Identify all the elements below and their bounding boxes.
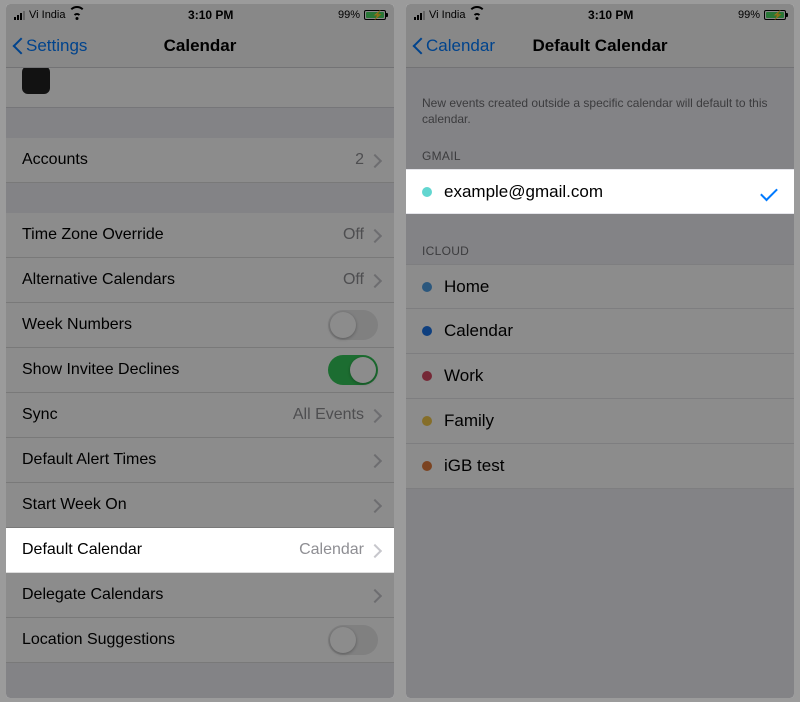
calendar-color-dot [422, 187, 432, 197]
tz-label: Time Zone Override [22, 226, 343, 244]
default-calendar-label: Default Calendar [22, 541, 299, 559]
signal-icon [14, 10, 25, 20]
location-sugg-label: Location Suggestions [22, 631, 328, 649]
nav-bar: Settings Calendar [6, 24, 394, 68]
section-header-icloud: ICLOUD [406, 232, 794, 264]
carrier-label: Vi India [29, 9, 66, 21]
default-calendar-content: New events created outside a specific ca… [406, 68, 794, 698]
battery-icon: ⚡ [364, 10, 386, 20]
settings-content: Accounts 2 Time Zone Override Off Altern… [6, 68, 394, 698]
calendar-color-dot [422, 326, 432, 336]
alt-cal-value: Off [343, 271, 364, 289]
delegate-label: Delegate Calendars [22, 586, 370, 604]
delegate-calendars-row[interactable]: Delegate Calendars [6, 573, 394, 618]
invitee-declines-label: Show Invitee Declines [22, 361, 328, 379]
prev-section-peek [6, 68, 394, 108]
start-week-row[interactable]: Start Week On [6, 483, 394, 528]
accounts-row[interactable]: Accounts 2 [6, 138, 394, 183]
chevron-right-icon [370, 498, 378, 512]
battery-percent: 99% [338, 9, 360, 21]
description-text: New events created outside a specific ca… [406, 68, 794, 137]
alt-cal-label: Alternative Calendars [22, 271, 343, 289]
calendar-option-family[interactable]: Family [406, 399, 794, 444]
calendar-option-calendar[interactable]: Calendar [406, 309, 794, 354]
status-time: 3:10 PM [188, 8, 233, 22]
nav-bar: Calendar Default Calendar [406, 24, 794, 68]
default-alert-row[interactable]: Default Alert Times [6, 438, 394, 483]
calendar-option-work[interactable]: Work [406, 354, 794, 399]
chevron-right-icon [370, 228, 378, 242]
calendar-option-label: Calendar [444, 321, 778, 341]
calendar-option-home[interactable]: Home [406, 264, 794, 309]
back-label: Settings [26, 36, 87, 56]
sync-value: All Events [293, 406, 364, 424]
back-button[interactable]: Settings [12, 36, 87, 56]
week-numbers-toggle[interactable] [328, 310, 378, 340]
chevron-right-icon [370, 588, 378, 602]
back-label: Calendar [426, 36, 495, 56]
wifi-icon [70, 10, 84, 20]
signal-icon [414, 10, 425, 20]
calendar-option-label: Work [444, 366, 778, 386]
chevron-right-icon [370, 453, 378, 467]
status-bar: Vi India 3:10 PM 99% ⚡ [6, 4, 394, 24]
invitee-declines-toggle[interactable] [328, 355, 378, 385]
status-bar: Vi India 3:10 PM 99% ⚡ [406, 4, 794, 24]
calendar-color-dot [422, 416, 432, 426]
checkmark-icon [760, 185, 778, 199]
section-header-gmail: GMAIL [406, 137, 794, 169]
screenshot-calendar-settings: Vi India 3:10 PM 99% ⚡ Settings Calendar… [6, 4, 394, 698]
invitee-declines-row[interactable]: Show Invitee Declines [6, 348, 394, 393]
default-calendar-row[interactable]: Default Calendar Calendar [6, 528, 394, 573]
battery-percent: 99% [738, 9, 760, 21]
chevron-right-icon [370, 408, 378, 422]
calendar-option-label: example@gmail.com [444, 182, 748, 202]
battery-icon: ⚡ [764, 10, 786, 20]
location-suggestions-row[interactable]: Location Suggestions [6, 618, 394, 663]
chevron-left-icon [412, 36, 424, 56]
default-calendar-value: Calendar [299, 541, 364, 559]
alt-calendars-row[interactable]: Alternative Calendars Off [6, 258, 394, 303]
chevron-right-icon [370, 543, 378, 557]
timezone-override-row[interactable]: Time Zone Override Off [6, 213, 394, 258]
chevron-right-icon [370, 273, 378, 287]
calendar-color-dot [422, 282, 432, 292]
start-week-label: Start Week On [22, 496, 370, 514]
chevron-left-icon [12, 36, 24, 56]
location-sugg-toggle[interactable] [328, 625, 378, 655]
week-numbers-row[interactable]: Week Numbers [6, 303, 394, 348]
calendar-option-igb-test[interactable]: iGB test [406, 444, 794, 489]
carrier-label: Vi India [429, 9, 466, 21]
tz-value: Off [343, 226, 364, 244]
calendar-color-dot [422, 371, 432, 381]
calendar-color-dot [422, 461, 432, 471]
wifi-icon [470, 10, 484, 20]
calendar-option-label: Family [444, 411, 778, 431]
week-numbers-label: Week Numbers [22, 316, 328, 334]
app-icon-placeholder [22, 68, 50, 94]
calendar-option-label: Home [444, 277, 778, 297]
calendar-option-gmail[interactable]: example@gmail.com [406, 169, 794, 214]
sync-label: Sync [22, 406, 293, 424]
sync-row[interactable]: Sync All Events [6, 393, 394, 438]
screenshot-default-calendar: Vi India 3:10 PM 99% ⚡ Calendar Default … [406, 4, 794, 698]
accounts-label: Accounts [22, 151, 355, 169]
default-alert-label: Default Alert Times [22, 451, 370, 469]
accounts-value: 2 [355, 151, 364, 169]
status-time: 3:10 PM [588, 8, 633, 22]
calendar-option-label: iGB test [444, 456, 778, 476]
chevron-right-icon [370, 153, 378, 167]
back-button[interactable]: Calendar [412, 36, 495, 56]
